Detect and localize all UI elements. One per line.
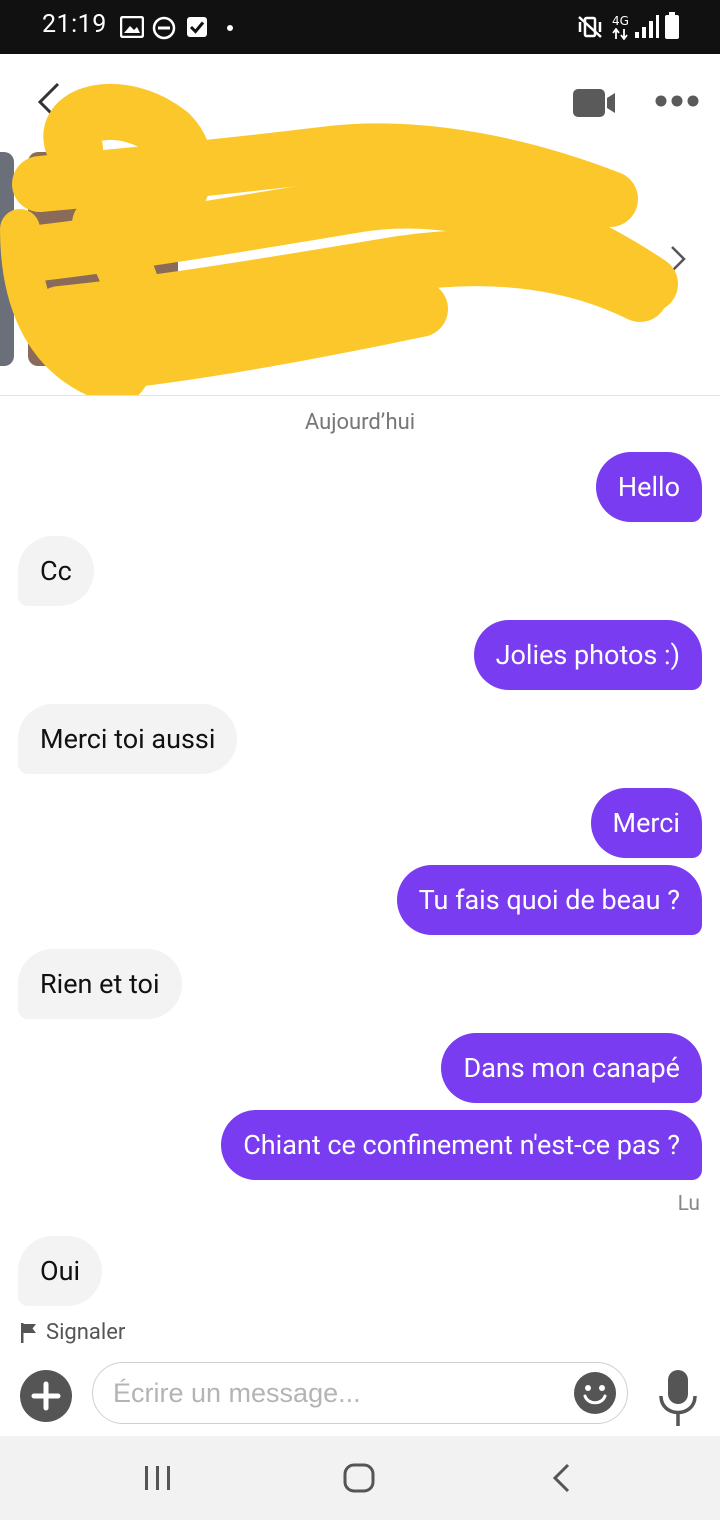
system-back-button[interactable] bbox=[548, 1462, 574, 1494]
add-attachment-button[interactable] bbox=[20, 1370, 72, 1422]
message-bubble-outgoing[interactable]: Merci bbox=[590, 788, 702, 858]
data-arrows-icon bbox=[612, 28, 628, 40]
report-link[interactable]: Signaler bbox=[20, 1320, 125, 1345]
signal-icon bbox=[635, 15, 659, 38]
read-receipt: Lu bbox=[677, 1192, 700, 1216]
checkbox-notification-icon bbox=[187, 17, 207, 37]
message-bubble-incoming[interactable]: Cc bbox=[18, 536, 94, 606]
message-bubble-outgoing[interactable]: Hello bbox=[595, 452, 702, 522]
message-bubble-incoming[interactable]: Merci toi aussi bbox=[18, 704, 238, 774]
gallery-notification-icon bbox=[120, 16, 144, 38]
message-bubble-outgoing[interactable]: Dans mon canapé bbox=[441, 1033, 702, 1103]
conversation-header bbox=[0, 54, 720, 396]
date-separator: Aujourd’hui bbox=[304, 410, 416, 435]
network-type-label: 4G bbox=[612, 14, 629, 28]
vibrate-mute-icon bbox=[578, 16, 602, 38]
emoji-button[interactable] bbox=[573, 1371, 617, 1415]
redaction-scribble bbox=[0, 84, 678, 395]
message-bubble-incoming[interactable]: Rien et toi bbox=[18, 949, 182, 1019]
recent-apps-button[interactable] bbox=[142, 1464, 174, 1492]
plus-icon bbox=[31, 1381, 61, 1411]
microphone-button[interactable] bbox=[656, 1368, 700, 1428]
status-bar: 21:19 4G bbox=[0, 0, 720, 54]
message-input-wrapper bbox=[92, 1362, 628, 1424]
message-bubble-incoming[interactable]: Oui bbox=[18, 1236, 103, 1306]
report-label: Signaler bbox=[46, 1320, 126, 1345]
message-bubble-outgoing[interactable]: Tu fais quoi de beau ? bbox=[396, 865, 702, 935]
message-composer bbox=[0, 1358, 720, 1436]
do-not-disturb-icon bbox=[152, 16, 176, 40]
flag-icon bbox=[21, 1322, 36, 1343]
message-input[interactable] bbox=[113, 1371, 563, 1415]
more-notifications-dot-icon bbox=[227, 25, 233, 31]
status-time: 21:19 bbox=[42, 10, 107, 39]
home-button[interactable] bbox=[342, 1462, 376, 1494]
battery-icon bbox=[665, 12, 679, 39]
message-bubble-outgoing[interactable]: Chiant ce confinement n'est-ce pas ? bbox=[221, 1110, 702, 1180]
system-navigation-bar bbox=[0, 1436, 720, 1520]
message-bubble-outgoing[interactable]: Jolies photos :) bbox=[473, 620, 702, 690]
